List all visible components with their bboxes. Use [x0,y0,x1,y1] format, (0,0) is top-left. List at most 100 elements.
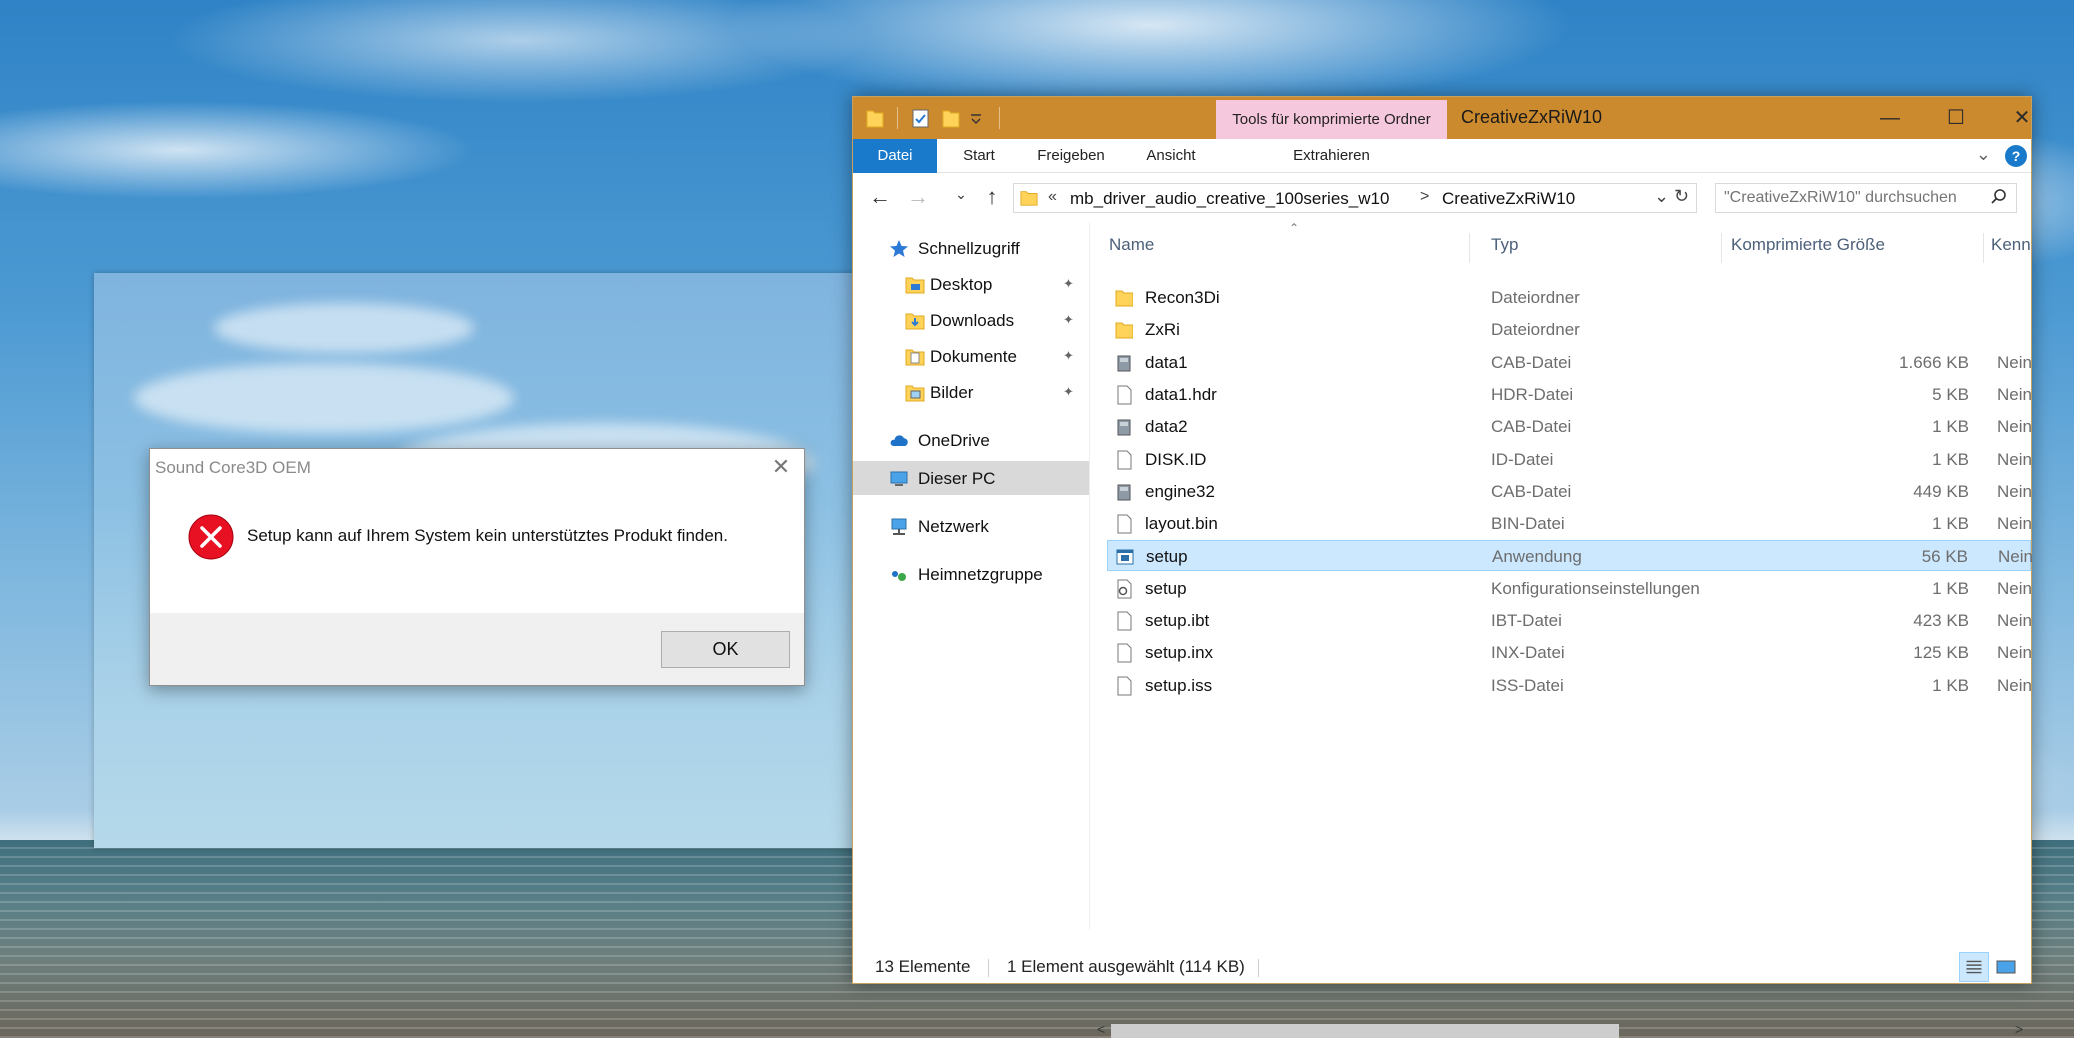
nav-item-downloads[interactable]: Downloads ✦ [853,303,1089,337]
file-name: setup.iss [1145,675,1213,695]
column-header-kenn[interactable]: Kenn [1991,235,2031,255]
file-type: INX-Datei [1491,643,1565,663]
close-button[interactable]: ✕ [1989,97,2055,139]
search-input[interactable] [1716,184,1986,212]
documents-folder-icon [905,349,925,366]
help-icon[interactable]: ? [2005,145,2027,167]
file-protected: Nein [1997,352,2032,372]
tab-freigeben[interactable]: Freigeben [1021,139,1121,173]
nav-item-desktop[interactable]: Desktop ✦ [853,267,1089,301]
navigation-bar: ← → ⌄ ↑ « mb_driver_audio_creative_100se… [853,173,2031,223]
breadcrumb-current[interactable]: CreativeZxRiW10 [1442,189,1575,209]
table-row[interactable]: layout.bin BIN-Datei 1 KB Nein [1107,508,2032,539]
table-row[interactable]: data1 CAB-Datei 1.666 KB Nein [1107,347,2032,378]
column-header-name[interactable]: Name [1109,235,1154,255]
compressed-folder-tools-tab[interactable]: Tools für komprimierte Ordner [1216,100,1447,139]
customize-dropdown-icon[interactable] [969,107,983,129]
column-header-compressed-size[interactable]: Komprimierte Größe [1731,235,1885,255]
new-folder-icon[interactable] [941,107,961,129]
file-icon [1117,385,1132,405]
tab-ansicht[interactable]: Ansicht [1129,139,1213,173]
nav-item-heimnetzgruppe[interactable]: Heimnetzgruppe [853,557,1089,591]
breadcrumb-parent[interactable]: mb_driver_audio_creative_100series_w10 [1070,189,1389,209]
breadcrumb-separator[interactable]: > [1420,188,1429,206]
file-name: data2 [1145,417,1188,437]
horizontal-scrollbar[interactable]: < > [1091,1019,2031,1038]
ok-button[interactable]: OK [661,631,790,668]
tab-start[interactable]: Start [945,139,1013,173]
table-row[interactable]: DISK.ID ID-Datei 1 KB Nein [1107,444,2032,475]
nav-item-netzwerk[interactable]: Netzwerk [853,509,1089,543]
address-overflow[interactable]: « [1048,188,1057,206]
properties-icon[interactable] [911,107,931,129]
nav-item-schnellzugriff[interactable]: Schnellzugriff [853,231,1089,265]
file-size: 1 KB [1932,675,1969,695]
table-row[interactable]: ZxRi Dateiordner [1107,314,2031,345]
status-bar: 13 Elemente 1 Element ausgewählt (114 KB… [853,949,2031,983]
nav-label: Heimnetzgruppe [918,565,1043,584]
scroll-left-icon[interactable]: < [1097,1021,1105,1037]
file-type: CAB-Datei [1491,481,1572,501]
dialog-close-button[interactable]: ✕ [768,455,794,481]
table-row[interactable]: setup.ibt IBT-Datei 423 KB Nein [1107,605,2032,636]
file-protected: Nein [1997,578,2032,598]
table-row[interactable]: data1.hdr HDR-Datei 5 KB Nein [1107,379,2032,410]
column-header-type[interactable]: Typ [1491,235,1518,255]
ribbon-expand-chevron-icon[interactable]: ⌄ [1976,144,1991,165]
file-protected: Nein [1997,481,2032,501]
pin-icon[interactable]: ✦ [1063,348,1074,364]
file-size: 1 KB [1932,578,1969,598]
table-row[interactable]: setup.iss ISS-Datei 1 KB Nein [1107,670,2032,701]
maximize-button[interactable]: ☐ [1923,97,1989,139]
address-dropdown-icon[interactable]: ⌄ [1654,186,1669,207]
dialog-message: Setup kann auf Ihrem System kein unterst… [247,526,728,545]
file-type: CAB-Datei [1491,352,1572,372]
minimize-button[interactable]: — [1857,97,1923,139]
cab-icon [1117,419,1131,436]
explorer-titlebar[interactable]: Tools für komprimierte Ordner CreativeZx… [853,97,2031,139]
large-icons-view-icon[interactable] [1991,952,2021,982]
file-protected: Nein [1997,514,2032,534]
table-row[interactable]: data2 CAB-Datei 1 KB Nein [1107,411,2032,442]
up-button[interactable]: ↑ [977,182,1007,212]
nav-item-dieser-pc[interactable]: Dieser PC [853,461,1089,495]
pin-icon[interactable]: ✦ [1063,276,1074,292]
tab-extrahieren[interactable]: Extrahieren [1216,139,1447,173]
status-divider [988,959,989,977]
column-divider[interactable] [1983,233,1984,263]
file-name: engine32 [1145,481,1215,501]
file-protected: Nein [1997,675,2032,695]
nav-item-bilder[interactable]: Bilder ✦ [853,375,1089,409]
nav-label: Downloads [930,311,1015,330]
file-icon [1117,450,1132,469]
nav-item-onedrive[interactable]: OneDrive [853,423,1089,457]
scrollbar-thumb[interactable] [1111,1024,1619,1038]
file-size: 125 KB [1913,643,1969,663]
nav-label: Dieser PC [918,469,996,488]
search-icon[interactable] [1990,188,2008,206]
pin-icon[interactable]: ✦ [1063,384,1074,400]
file-protected: Nein [1997,611,2032,630]
dialog-titlebar[interactable]: Sound Core3D OEM ✕ [150,449,804,489]
column-divider[interactable] [1721,233,1722,263]
column-divider[interactable] [1469,233,1470,263]
scroll-right-icon[interactable]: > [2015,1021,2023,1037]
address-bar[interactable]: « mb_driver_audio_creative_100series_w10… [1013,183,1697,213]
table-row[interactable]: setup Konfigurationseinstellungen 1 KB Nein [1107,573,2032,604]
refresh-button[interactable]: ↻ [1674,186,1689,207]
recent-locations-button[interactable]: ⌄ [953,179,969,209]
tab-datei[interactable]: Datei [853,139,937,173]
application-icon [1116,549,1134,565]
table-row[interactable]: Recon3Di Dateiordner [1107,282,2031,313]
details-view-icon[interactable] [1959,952,1989,982]
search-box[interactable] [1715,183,2017,213]
table-row[interactable]: setup.inx INX-Datei 125 KB Nein [1107,637,2032,668]
pin-icon[interactable]: ✦ [1063,312,1074,328]
forward-button[interactable]: → [903,182,933,212]
back-button[interactable]: ← [865,182,895,212]
dialog-footer: OK [150,613,804,685]
table-row[interactable]: setup Anwendung 56 KB Nein [1107,540,2033,572]
table-row[interactable]: engine32 CAB-Datei 449 KB Nein [1107,476,2032,507]
nav-item-dokumente[interactable]: Dokumente ✦ [853,339,1089,373]
folder-icon [1020,191,1038,206]
